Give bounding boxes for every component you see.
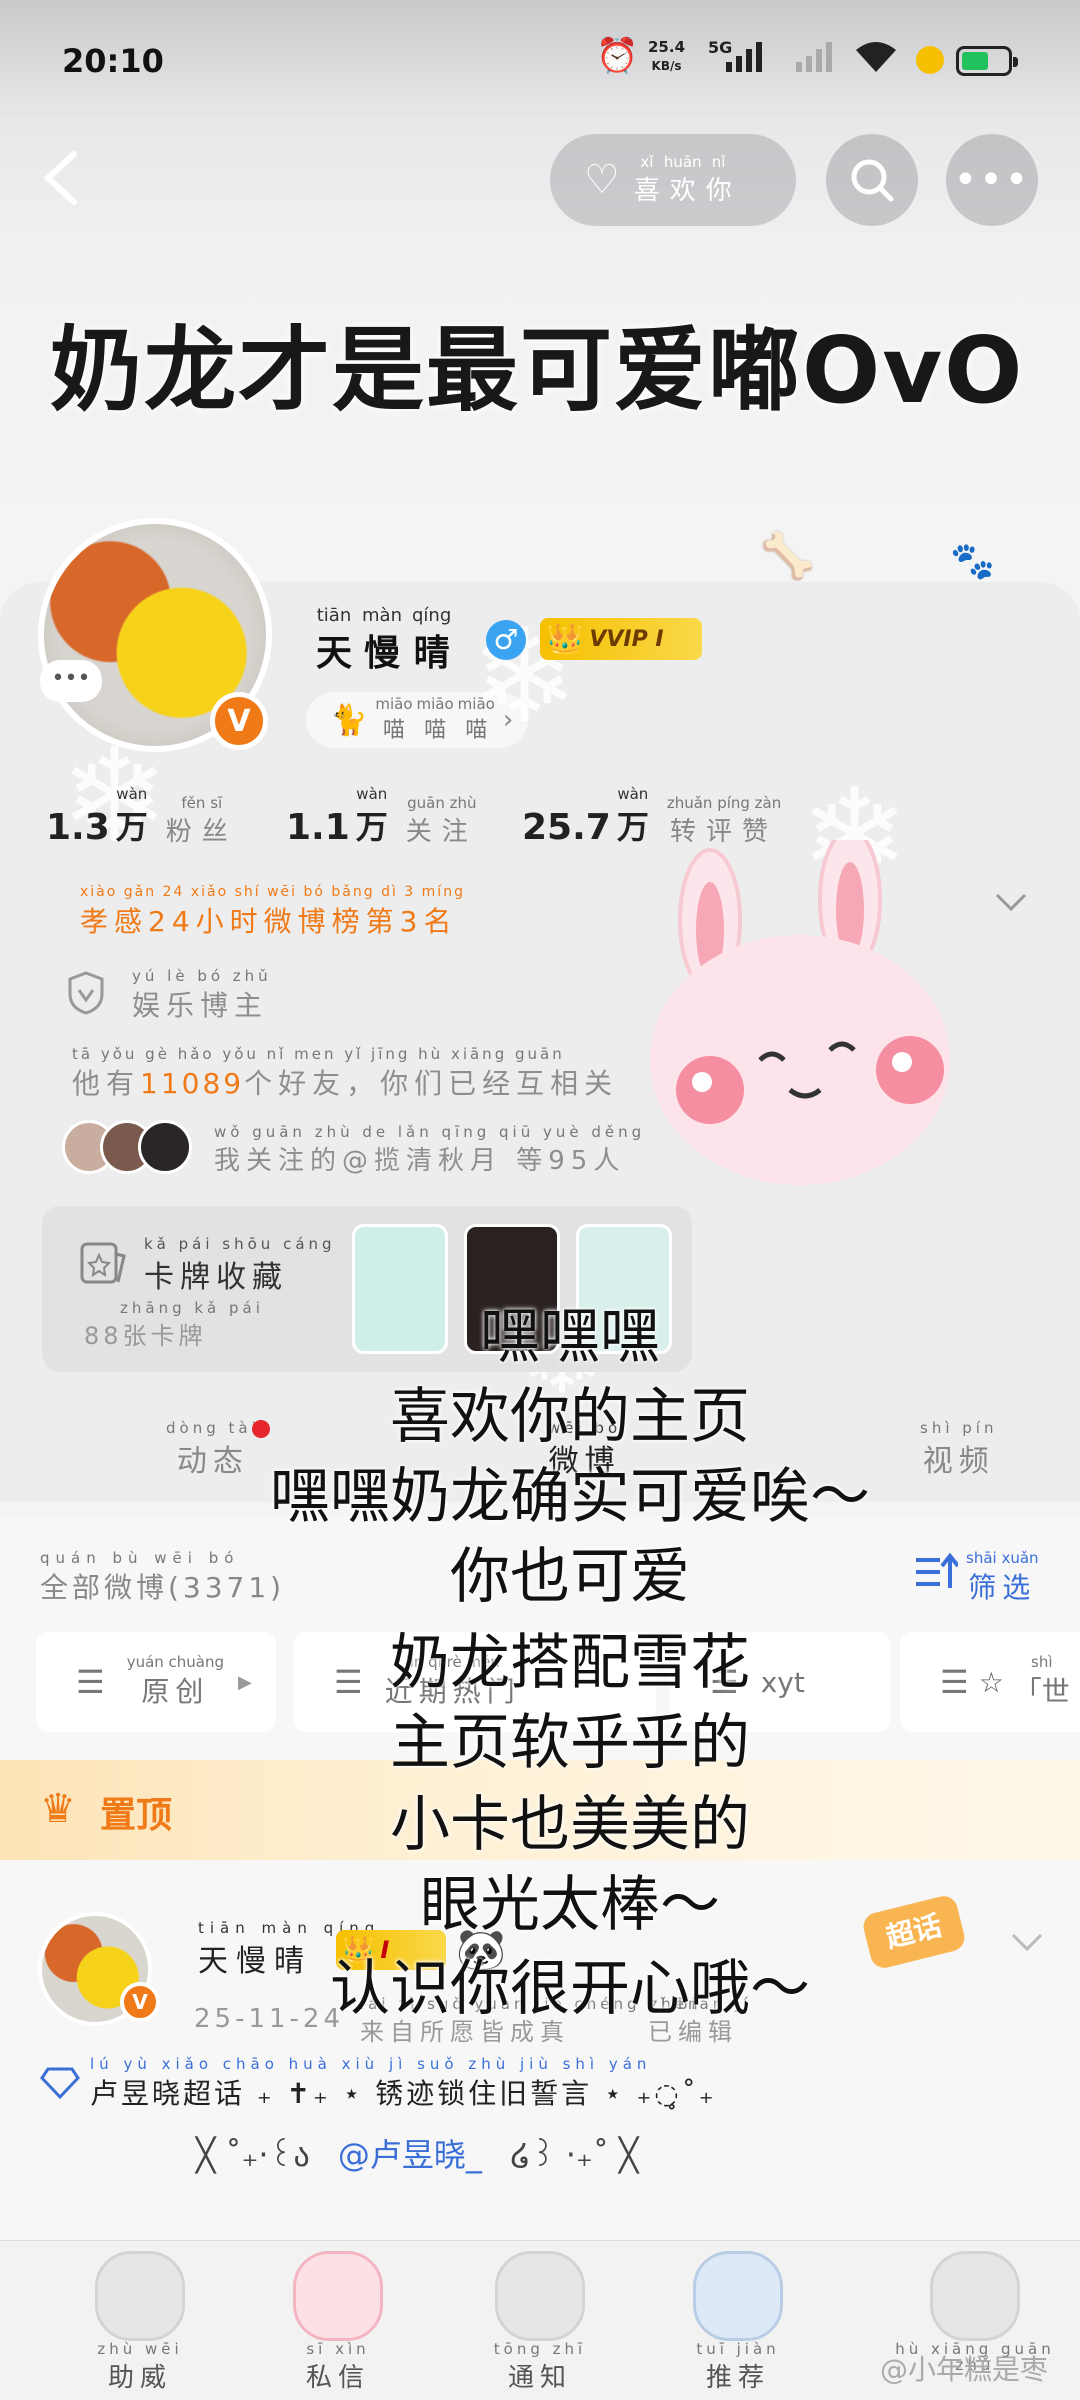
signal-secondary-icon (796, 40, 838, 76)
hand-heart-icon: ♡ (584, 157, 620, 203)
avatar (138, 1120, 192, 1174)
chat-bubble-icon: ••• (40, 660, 102, 702)
vip-badge[interactable]: 👑 VVIP I (540, 618, 702, 660)
stat-value: 25.7 (522, 807, 611, 848)
like-label: xǐ 喜 huān 欢 nǐ 你 (633, 152, 732, 206)
vip-label: VVIP I (589, 626, 664, 652)
battery-icon (956, 46, 1018, 76)
search-button[interactable] (826, 134, 918, 226)
more-icon: ••• (953, 157, 1031, 203)
overlay-line: 认识你很开心哦～ (330, 1954, 810, 2024)
mention-link[interactable]: @卢昱晓_ (338, 2136, 482, 2174)
tree-icon (495, 2251, 585, 2341)
shield-icon (66, 970, 106, 1016)
bone-doodle-icon: 🦴 (760, 531, 815, 582)
cheer-icon (95, 2251, 185, 2341)
overlay-line: 嘿嘿奶龙确实可爱唉～ (270, 1462, 870, 1532)
overlay-line: 眼光太棒～ (420, 1870, 720, 1940)
net-speed: 25.4 KB/s (648, 38, 685, 75)
signal-icon (726, 40, 768, 76)
cover-title: 奶龙才是最可爱嘟OvO (50, 317, 1025, 424)
stat-value: 1.1 (286, 807, 350, 848)
more-button[interactable]: ••• (946, 134, 1038, 226)
status-time: 20:10 (62, 42, 164, 80)
house-icon (693, 2251, 783, 2341)
turntable-icon (930, 2251, 1020, 2341)
back-icon[interactable] (40, 148, 80, 208)
crown-icon: 👑 (546, 621, 584, 657)
wifi-icon (854, 40, 898, 74)
overlay-line: 你也可爱 (450, 1542, 690, 1612)
post-text-line1[interactable]: lú yù xiǎo chāo huà xiù jì suǒ zhù jiù s… (90, 2056, 716, 2112)
stat-fans[interactable]: 1.3 wàn 万 fěn sī 粉丝 (46, 786, 238, 848)
rank-line[interactable]: xiào gǎn 24 xiǎo shí wēi bó bǎng dì 3 mí… (80, 884, 465, 940)
overlay-line: 喜欢你的主页 (390, 1382, 750, 1452)
watermark: @小年糕是枣 (880, 2353, 1049, 2386)
cat-icon: 🐈 (330, 702, 368, 738)
power-saving-icon (916, 46, 944, 74)
chevron-down-icon[interactable] (994, 890, 1028, 914)
card-collection-title: kǎ pái shōu cáng 卡牌收藏 (144, 1235, 336, 1295)
post-text-line2[interactable]: ╳ ˚₊‧꒰ა @卢昱晓_ ໒꒱ ‧₊˚ ╳ (196, 2130, 638, 2176)
net-speed-value: 25.4 (648, 38, 686, 56)
friends-line[interactable]: tā yǒu gè hǎo yǒu nǐ men yǐ jīng hù xiān… (72, 1046, 618, 1102)
tab-recommend[interactable]: tuī jiàn 推荐 (668, 2241, 808, 2400)
diamond-icon (40, 2066, 80, 2100)
stat-following[interactable]: 1.1 wàn 万 guān zhù 关注 (286, 786, 478, 848)
tag-chip[interactable]: 🐈 miāo 喵 miāo 喵 miāo 喵 › (306, 692, 528, 748)
chevron-right-icon: › (502, 705, 514, 735)
tab-messages[interactable]: sī xìn 私信 (268, 2241, 408, 2400)
following-line[interactable]: wǒ guān zhù de lǎn qīng qiū yuè děng 我关注… (214, 1124, 645, 1177)
bunny-sticker (650, 828, 970, 1190)
search-icon (851, 159, 894, 202)
overlay-line: 主页软乎乎的 (390, 1708, 750, 1778)
overlay-line: 奶龙搭配雪花 (390, 1628, 750, 1698)
paw-doodle-icon: 🐾 (950, 541, 995, 582)
stat-value: 1.3 (46, 807, 110, 848)
alarm-icon: ⏰ (596, 36, 639, 76)
profile-name: tiān 天 màn 慢 qíng 晴 (316, 605, 452, 675)
header-background (0, 0, 1080, 560)
verified-badge: V (210, 692, 268, 750)
like-button[interactable]: ♡ xǐ 喜 huān 欢 nǐ 你 (550, 134, 796, 226)
heart-mail-icon (293, 2251, 383, 2341)
overlay-line: 嘿嘿嘿 (480, 1302, 660, 1372)
card-icon (78, 1238, 126, 1286)
overlay-line: 小卡也美美的 (390, 1790, 750, 1860)
net-speed-unit: KB/s (651, 59, 682, 73)
stat-reposts-likes[interactable]: 25.7 wàn 万 zhuǎn píng zàn 转评赞 (522, 786, 781, 848)
tab-notifications[interactable]: tōng zhī 通知 (470, 2241, 610, 2400)
tab-cheer[interactable]: zhù wēi 助威 (70, 2241, 210, 2400)
role-text: yú lè bó zhǔ 娱乐博主 (132, 967, 272, 1022)
male-icon: ♂ (486, 620, 526, 660)
